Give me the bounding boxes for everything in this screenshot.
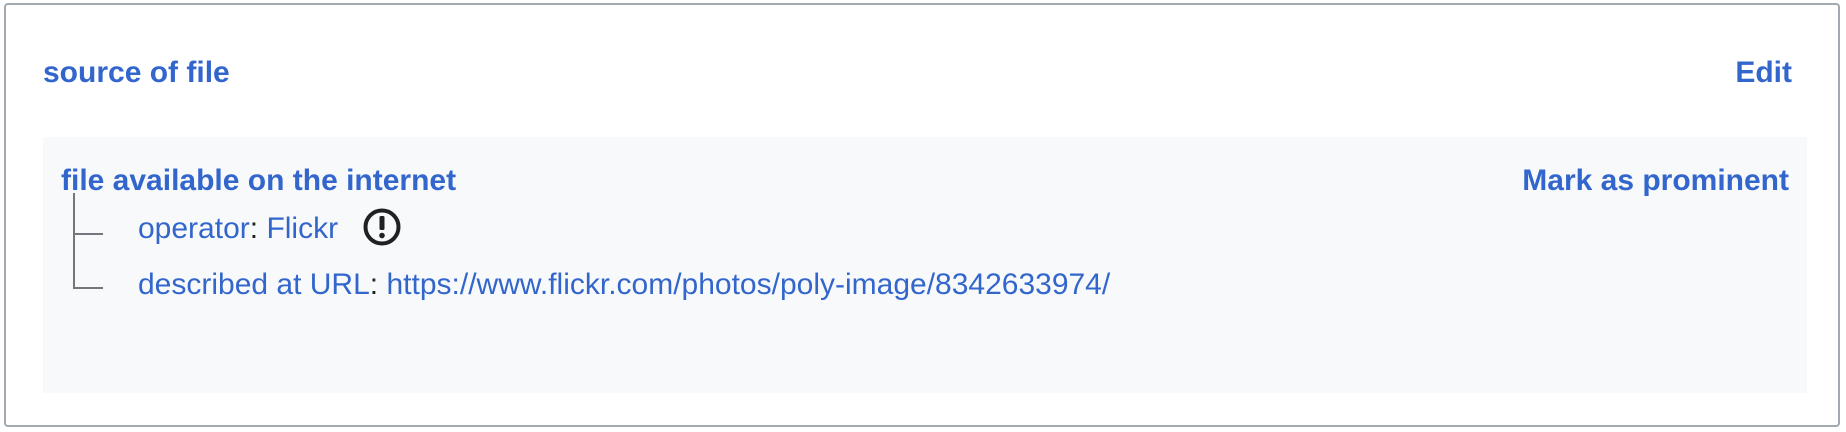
qualifier-tree-vertical-line: [73, 193, 75, 289]
qualifier-tree-branch-1: [73, 233, 103, 235]
qualifier-row: operator: Flickr: [138, 207, 402, 249]
exclamation-circle-icon[interactable]: [362, 207, 402, 247]
qualifier-property-operator-link[interactable]: operator: [138, 212, 250, 245]
qualifier-tree-branch-2: [73, 287, 103, 289]
statement-value-link[interactable]: file available on the internet: [61, 161, 456, 201]
qualifier-property-described-at-url-link[interactable]: described at URL: [138, 268, 370, 301]
qualifier-value-url-link[interactable]: https://www.flickr.com/photos/poly-image…: [386, 268, 1110, 301]
edit-button[interactable]: Edit: [1735, 53, 1792, 93]
property-source-of-file-link[interactable]: source of file: [43, 53, 230, 93]
qualifier-separator: :: [369, 268, 379, 301]
statement-group-card: source of file Edit file available on th…: [4, 3, 1840, 427]
qualifier-row: described at URL: https://www.flickr.com…: [138, 265, 1110, 305]
qualifier-separator: :: [249, 212, 259, 245]
mark-as-prominent-button[interactable]: Mark as prominent: [1522, 161, 1789, 201]
qualifier-value-flickr-link[interactable]: Flickr: [266, 212, 338, 245]
statement-panel: file available on the internet Mark as p…: [43, 137, 1807, 393]
